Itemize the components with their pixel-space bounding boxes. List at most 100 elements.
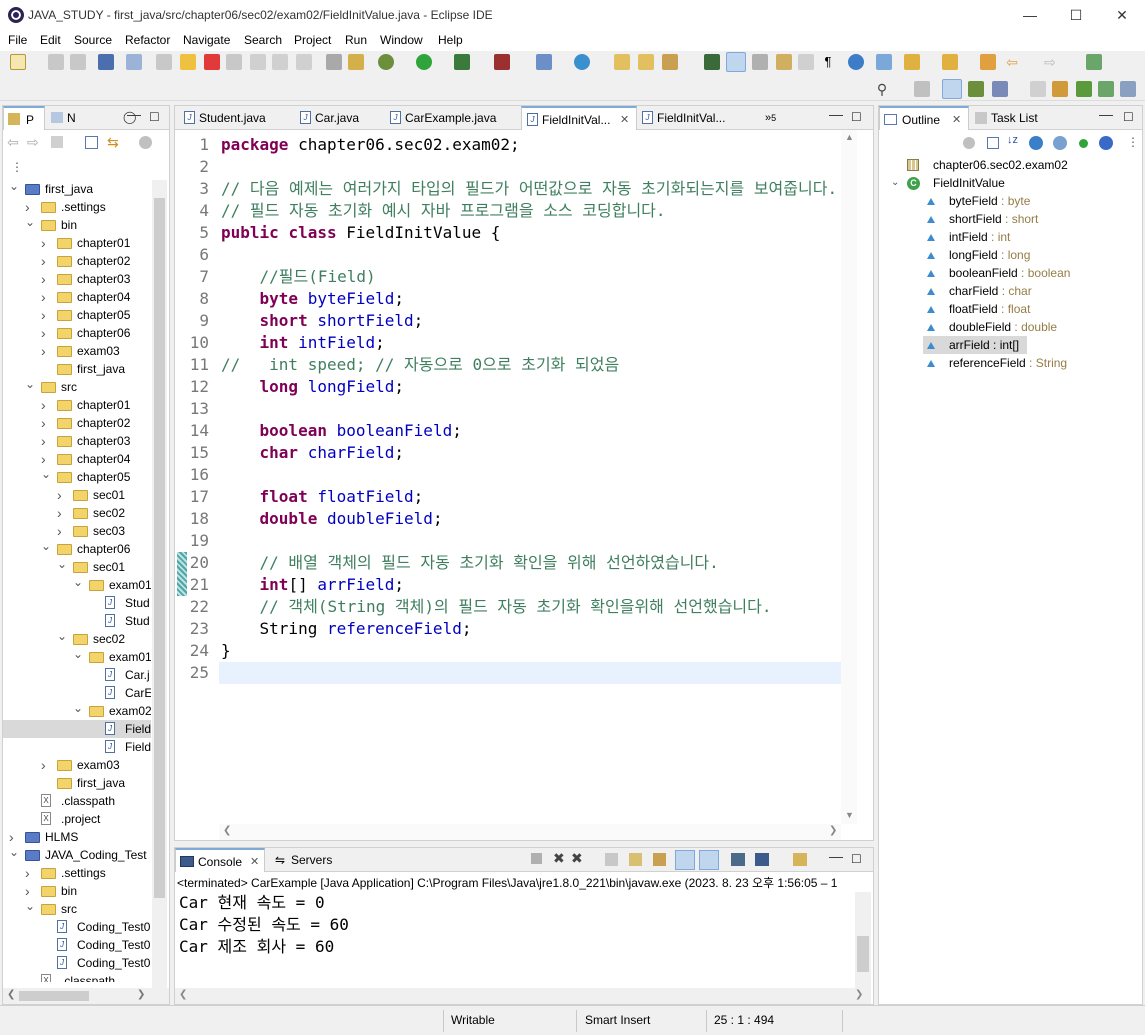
- menu-search[interactable]: Search: [244, 33, 282, 47]
- outline-field[interactable]: doubleField : double: [923, 318, 1138, 336]
- tree-item[interactable]: J Coding_Test0: [3, 954, 151, 972]
- console-hscrollbar[interactable]: ❮ ❯: [175, 988, 871, 1004]
- pin-editor-icon[interactable]: [1086, 54, 1102, 70]
- minimize-button[interactable]: —: [1007, 0, 1053, 31]
- tab-student-java[interactable]: J Student.java: [179, 106, 295, 130]
- remove-all-icon[interactable]: ✖: [571, 850, 583, 867]
- back-icon[interactable]: ⇦: [1004, 54, 1020, 70]
- menu-help[interactable]: Help: [438, 33, 463, 47]
- sort-az-icon[interactable]: ↓z: [1007, 134, 1018, 146]
- tree-item[interactable]: ⌄ src: [3, 375, 151, 396]
- code-line[interactable]: package chapter06.sec02.exam02;: [221, 134, 520, 156]
- outline-field[interactable]: intField : int: [923, 228, 1138, 246]
- new-class-icon[interactable]: [574, 54, 590, 70]
- disconnect-icon[interactable]: [226, 54, 242, 70]
- tree-item[interactable]: ⌄ JAVA_Coding_Test: [3, 845, 151, 864]
- step-over-icon[interactable]: [272, 54, 288, 70]
- tree-item[interactable]: › chapter01: [3, 396, 151, 414]
- tree-item[interactable]: ⌄ exam02: [3, 701, 151, 720]
- outline-package[interactable]: chapter06.sec02.exam02: [907, 156, 1068, 174]
- chevron-right-icon[interactable]: ›: [41, 432, 51, 450]
- tree-item[interactable]: J Stud: [3, 594, 151, 612]
- code-line[interactable]: }: [221, 640, 231, 662]
- tree-hscroll-thumb[interactable]: [19, 991, 89, 1001]
- chevron-down-icon[interactable]: ⌄: [57, 627, 67, 645]
- last-edit-icon[interactable]: [980, 54, 996, 70]
- collapse-outline-icon[interactable]: [987, 137, 999, 149]
- chevron-down-icon[interactable]: ⌄: [57, 555, 67, 573]
- tab-outline[interactable]: Outline ✕: [879, 106, 969, 130]
- tree-item[interactable]: ⌄ src: [3, 899, 151, 918]
- tab-navigator[interactable]: N: [47, 106, 87, 130]
- chevron-right-icon[interactable]: ›: [57, 504, 67, 522]
- tree-item[interactable]: › chapter04: [3, 450, 151, 468]
- open-perspective-icon[interactable]: [914, 81, 930, 97]
- globe-icon[interactable]: [848, 54, 864, 70]
- save-icon[interactable]: [48, 54, 64, 70]
- tree-item[interactable]: X .project: [3, 810, 151, 828]
- print-icon[interactable]: [98, 54, 114, 70]
- editor-hscrollbar[interactable]: ❮ ❯: [219, 824, 841, 840]
- chevron-down-icon[interactable]: ⌄: [25, 375, 35, 393]
- chevron-right-icon[interactable]: ›: [41, 396, 51, 414]
- tree-item[interactable]: ⌄ chapter06: [3, 537, 151, 558]
- tree-item[interactable]: ⌄ chapter05: [3, 467, 151, 486]
- tree-item[interactable]: › sec03: [3, 522, 151, 540]
- outline-menu-icon[interactable]: ⋮: [1127, 135, 1139, 149]
- skip-breakpoints-icon[interactable]: [126, 54, 142, 70]
- tree-item[interactable]: › sec02: [3, 504, 151, 522]
- show-stderr-icon[interactable]: [699, 850, 719, 870]
- tree-item[interactable]: › HLMS: [3, 828, 151, 846]
- close-tab-icon[interactable]: ✕: [620, 108, 629, 132]
- tree-item[interactable]: › exam03: [3, 342, 151, 360]
- menu-project[interactable]: Project: [294, 33, 331, 47]
- tab-task-list[interactable]: Task List: [971, 106, 1055, 130]
- terminate-icon[interactable]: [204, 54, 220, 70]
- console-vscrollbar[interactable]: [855, 892, 871, 988]
- code-line[interactable]: int[] arrField;: [221, 574, 405, 596]
- view-menu-dots-icon[interactable]: ⋮: [11, 160, 23, 174]
- code-line[interactable]: short shortField;: [221, 310, 424, 332]
- outline-field[interactable]: floatField : float: [923, 300, 1138, 318]
- remove-launch-icon[interactable]: ✖: [553, 850, 565, 867]
- tree-item[interactable]: X .classpath: [3, 792, 151, 810]
- terminate-console-icon[interactable]: [531, 853, 542, 864]
- tree-hscrollbar[interactable]: ❮ ❯: [3, 988, 169, 1004]
- code-line[interactable]: //필드(Field): [221, 266, 376, 288]
- maximize-editor-icon[interactable]: ☐: [851, 110, 862, 124]
- chevron-down-icon[interactable]: ⌄: [41, 537, 51, 555]
- coverage-icon[interactable]: [454, 54, 470, 70]
- tree-item[interactable]: ⌄ exam01: [3, 647, 151, 666]
- pin-icon[interactable]: [876, 54, 892, 70]
- word-wrap-console-icon[interactable]: [629, 853, 642, 866]
- outline-field[interactable]: byteField : byte: [923, 192, 1138, 210]
- open-folder-icon[interactable]: [614, 54, 630, 70]
- hide-static-icon[interactable]: [1053, 136, 1067, 150]
- minimize-outline-icon[interactable]: —: [1099, 106, 1113, 122]
- tab-car-java[interactable]: J Car.java: [295, 106, 395, 130]
- word-wrap-icon[interactable]: [752, 54, 768, 70]
- tree-item[interactable]: › exam03: [3, 756, 151, 774]
- chevron-right-icon[interactable]: ›: [41, 324, 51, 342]
- prev-annotation-icon[interactable]: [942, 54, 958, 70]
- tree-item[interactable]: ⌄ first_java: [3, 180, 151, 198]
- search-icon[interactable]: [662, 54, 678, 70]
- menu-refactor[interactable]: Refactor: [125, 33, 170, 47]
- close-button[interactable]: ✕: [1099, 0, 1145, 31]
- perspective-c-icon[interactable]: [1076, 81, 1092, 97]
- code-line[interactable]: public class FieldInitValue {: [221, 222, 500, 244]
- outline-class[interactable]: ⌄ C FieldInitValue: [891, 174, 1005, 192]
- chevron-down-icon[interactable]: ⌄: [73, 573, 83, 591]
- close-outline-tab-icon[interactable]: ✕: [952, 108, 961, 132]
- tab-package-explorer[interactable]: P: [3, 106, 45, 130]
- tree-item[interactable]: J Stud: [3, 612, 151, 630]
- chevron-right-icon[interactable]: ›: [25, 864, 35, 882]
- java-perspective-icon[interactable]: [942, 79, 962, 99]
- tree-item[interactable]: ⌄ exam01: [3, 573, 151, 594]
- open-type-icon[interactable]: [348, 54, 364, 70]
- outline-field[interactable]: shortField : short: [923, 210, 1138, 228]
- tree-item[interactable]: › chapter06: [3, 324, 151, 342]
- minimize-console-icon[interactable]: —: [829, 848, 843, 864]
- console-vscroll-thumb[interactable]: [857, 936, 869, 972]
- chevron-right-icon[interactable]: ›: [57, 486, 67, 504]
